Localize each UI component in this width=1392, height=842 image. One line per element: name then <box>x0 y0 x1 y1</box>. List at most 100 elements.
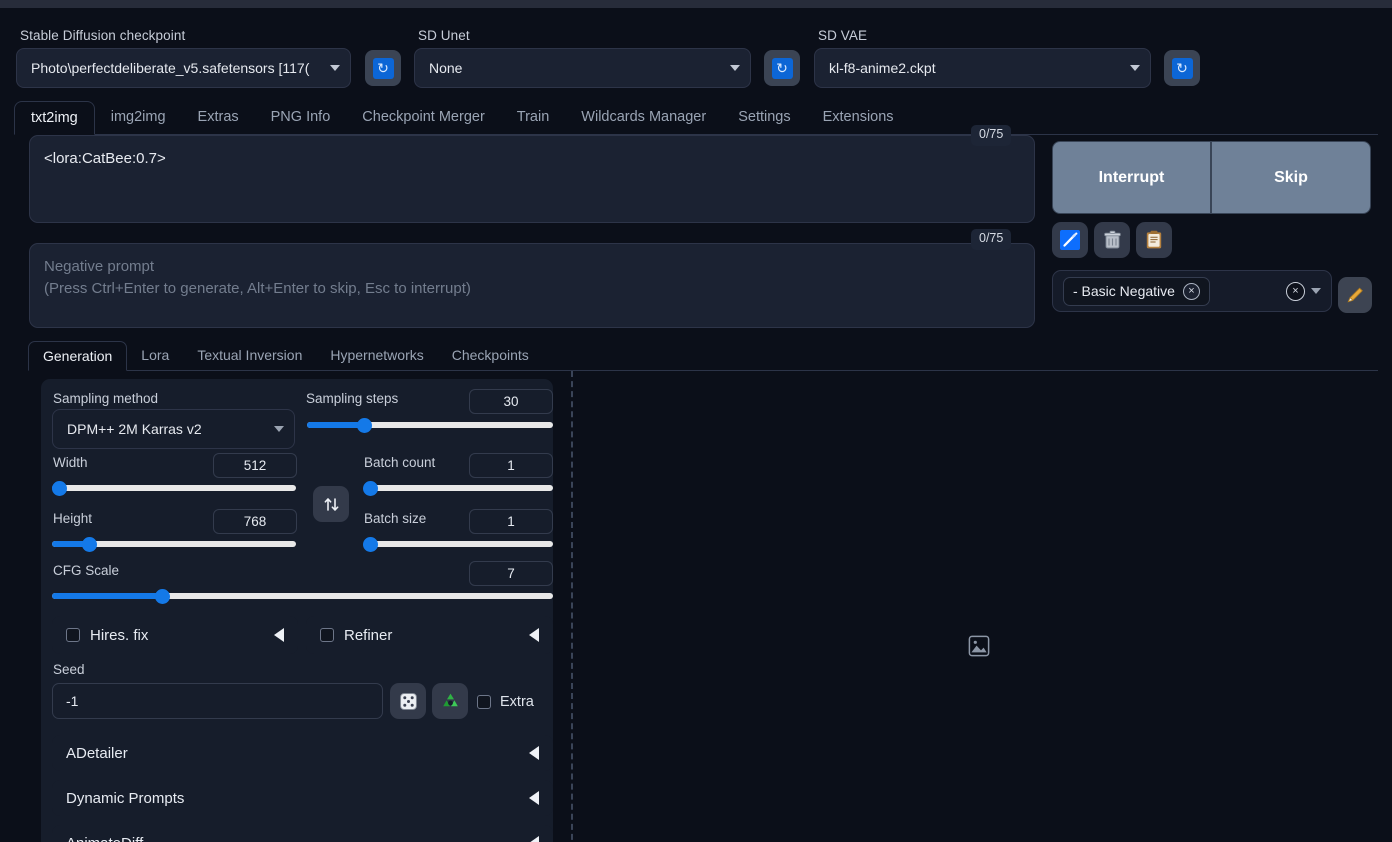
height-slider[interactable] <box>52 536 296 552</box>
chevron-left-icon <box>274 628 284 642</box>
unet-value: None <box>429 60 463 76</box>
reuse-seed-button[interactable] <box>432 683 468 719</box>
main-tabs: txt2img img2img Extras PNG Info Checkpoi… <box>14 101 1378 135</box>
paste-params-button[interactable] <box>1136 222 1172 258</box>
magic-wand-button[interactable] <box>1052 222 1088 258</box>
magic-wand-icon <box>1060 230 1080 250</box>
slider-fill <box>52 593 163 599</box>
negative-prompt-input[interactable]: Negative prompt (Press Ctrl+Enter to gen… <box>29 243 1035 328</box>
sampling-steps-slider[interactable] <box>307 417 553 433</box>
subtab-generation[interactable]: Generation <box>28 341 128 371</box>
chevron-down-icon <box>730 65 740 71</box>
refresh-icon: ↻ <box>372 57 394 79</box>
style-token-remove-icon[interactable]: × <box>1182 282 1200 300</box>
vae-dropdown[interactable]: kl-f8-anime2.ckpt <box>814 48 1151 88</box>
chevron-down-icon <box>274 426 284 432</box>
batch-count-slider[interactable] <box>362 480 553 496</box>
sampling-method-dropdown[interactable]: DPM++ 2M Karras v2 <box>52 409 295 449</box>
panel-resize-handle[interactable] <box>571 371 574 842</box>
extra-seed-toggle[interactable]: Extra <box>477 694 534 710</box>
height-value[interactable]: 768 <box>213 509 297 534</box>
dynamic-prompts-accordion[interactable]: Dynamic Prompts <box>52 780 553 816</box>
batch-size-value[interactable]: 1 <box>469 509 553 534</box>
swap-dimensions-icon <box>324 497 338 511</box>
style-token[interactable]: - Basic Negative × <box>1063 276 1210 306</box>
batch-count-label: Batch count <box>364 455 436 470</box>
adetailer-label: ADetailer <box>66 744 128 762</box>
subtab-lora[interactable]: Lora <box>127 341 183 371</box>
refiner-label: Refiner <box>344 626 393 644</box>
tab-train[interactable]: Train <box>501 101 566 135</box>
cfg-scale-slider[interactable] <box>52 588 553 604</box>
width-slider[interactable] <box>51 480 296 496</box>
cfg-scale-value[interactable]: 7 <box>469 561 553 586</box>
prompt-token-counter: 0/75 <box>971 125 1012 146</box>
subtab-hypernetworks[interactable]: Hypernetworks <box>316 341 437 371</box>
height-label: Height <box>53 511 93 526</box>
unet-label: SD Unet <box>418 28 470 43</box>
batch-size-label: Batch size <box>364 511 427 526</box>
slider-knob[interactable] <box>81 536 97 552</box>
tab-img2img[interactable]: img2img <box>95 101 182 135</box>
clear-prompt-button[interactable] <box>1094 222 1130 258</box>
chevron-left-icon <box>529 628 539 642</box>
sampling-method-label: Sampling method <box>53 391 159 406</box>
styles-clear-icon[interactable]: × <box>1286 281 1305 301</box>
width-label: Width <box>53 455 88 470</box>
window-top-strip <box>0 0 1392 8</box>
slider-knob[interactable] <box>155 588 171 604</box>
slider-knob[interactable] <box>362 480 378 496</box>
pencil-icon <box>1347 287 1363 303</box>
animatediff-accordion[interactable]: AnimateDiff <box>52 825 553 842</box>
recycle-icon <box>442 693 458 706</box>
interrupt-button[interactable]: Interrupt <box>1052 141 1211 214</box>
tab-txt2img[interactable]: txt2img <box>14 101 95 135</box>
vae-refresh-button[interactable]: ↻ <box>1164 50 1200 86</box>
slider-knob[interactable] <box>362 536 378 552</box>
batch-count-value[interactable]: 1 <box>469 453 553 478</box>
checkpoint-dropdown[interactable]: Photo\perfectdeliberate_v5.safetensors [… <box>16 48 351 88</box>
styles-multiselect[interactable]: - Basic Negative × × <box>1052 270 1332 312</box>
dynamic-prompts-label: Dynamic Prompts <box>66 789 185 807</box>
chevron-left-icon <box>529 791 539 805</box>
tab-extensions[interactable]: Extensions <box>807 101 910 135</box>
chevron-down-icon <box>330 65 340 71</box>
hires-fix-accordion[interactable]: Hires. fix <box>52 616 298 654</box>
chevron-left-icon <box>529 836 539 842</box>
edit-styles-button[interactable] <box>1338 277 1372 313</box>
sampling-steps-value[interactable]: 30 <box>469 389 553 414</box>
chevron-down-icon[interactable] <box>1311 288 1321 294</box>
tab-checkpoint-merger[interactable]: Checkpoint Merger <box>346 101 501 135</box>
batch-size-slider[interactable] <box>362 536 553 552</box>
checkpoint-value: Photo\perfectdeliberate_v5.safetensors [… <box>31 60 310 76</box>
unet-refresh-button[interactable]: ↻ <box>764 50 800 86</box>
tab-extras[interactable]: Extras <box>182 101 255 135</box>
refiner-checkbox[interactable] <box>320 628 334 642</box>
seed-input[interactable]: -1 <box>52 683 383 719</box>
model-selector-bar: Stable Diffusion checkpoint Photo\perfec… <box>0 8 1392 90</box>
checkpoint-refresh-button[interactable]: ↻ <box>365 50 401 86</box>
extra-checkbox[interactable] <box>477 695 491 709</box>
tab-wildcards-manager[interactable]: Wildcards Manager <box>565 101 722 135</box>
slider-knob[interactable] <box>51 480 67 496</box>
swap-dimensions-button[interactable] <box>313 486 349 522</box>
refiner-accordion[interactable]: Refiner <box>306 616 553 654</box>
subtab-textual-inversion[interactable]: Textual Inversion <box>183 341 316 371</box>
slider-knob[interactable] <box>356 417 372 433</box>
image-placeholder-icon <box>968 635 990 662</box>
adetailer-accordion[interactable]: ADetailer <box>52 735 553 771</box>
hires-fix-checkbox[interactable] <box>66 628 80 642</box>
subtab-checkpoints[interactable]: Checkpoints <box>438 341 543 371</box>
random-seed-button[interactable] <box>390 683 426 719</box>
generation-subtabs: Generation Lora Textual Inversion Hypern… <box>28 341 1378 371</box>
tab-png-info[interactable]: PNG Info <box>255 101 347 135</box>
skip-button[interactable]: Skip <box>1211 141 1371 214</box>
output-gallery[interactable] <box>583 371 1374 842</box>
tab-settings[interactable]: Settings <box>722 101 806 135</box>
clipboard-icon <box>1146 230 1162 249</box>
chevron-left-icon <box>529 746 539 760</box>
unet-dropdown[interactable]: None <box>414 48 751 88</box>
width-value[interactable]: 512 <box>213 453 297 478</box>
prompt-input[interactable]: <lora:CatBee:0.7> <box>29 135 1035 223</box>
extra-label: Extra <box>500 694 534 710</box>
